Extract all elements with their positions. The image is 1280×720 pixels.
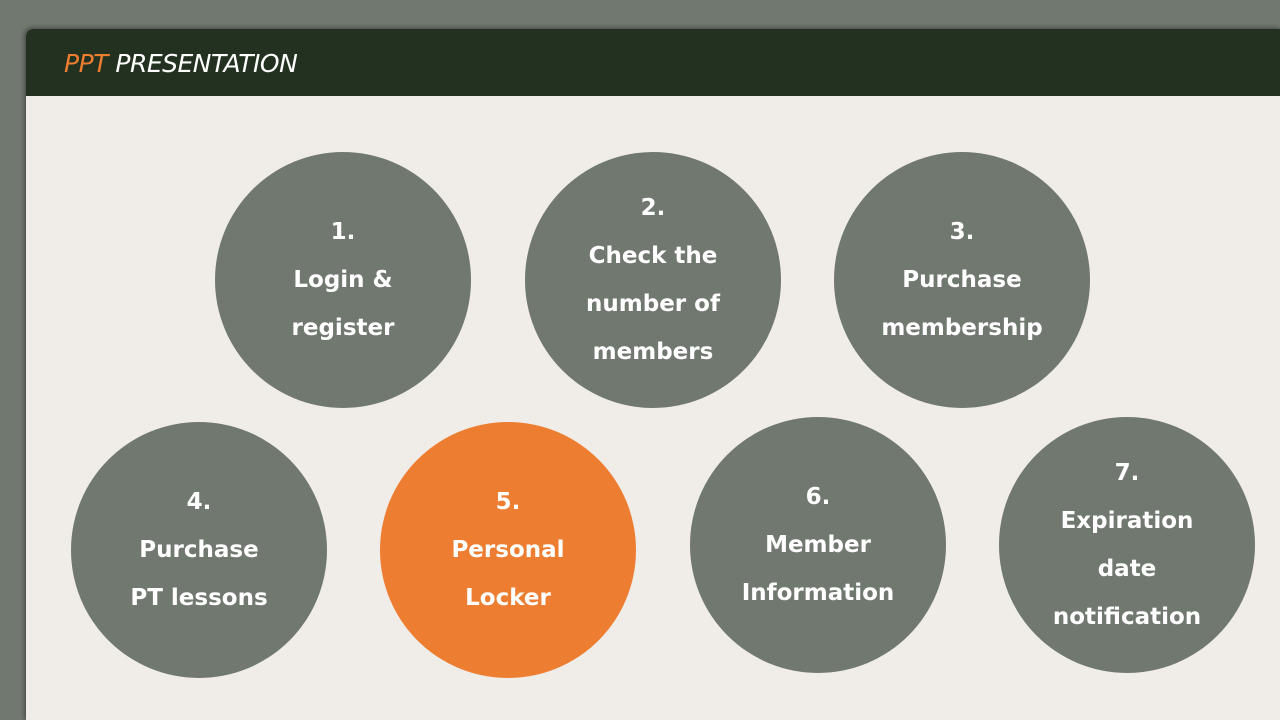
feature-label-line: membership: [881, 315, 1043, 341]
feature-circle-1[interactable]: 1. Login & register: [215, 152, 471, 408]
feature-label-line: date: [1097, 556, 1157, 582]
feature-label-line: Member: [765, 532, 871, 558]
feature-circle-7[interactable]: 7. Expiration date notification: [999, 417, 1255, 673]
feature-label-line: Locker: [465, 585, 551, 611]
feature-number: 5.: [495, 489, 521, 515]
feature-label-line: Purchase: [902, 267, 1022, 293]
slide-title: PPT PRESENTATION: [64, 48, 298, 80]
feature-number: 3.: [949, 219, 975, 245]
feature-number: 4.: [186, 489, 212, 515]
feature-number: 7.: [1114, 460, 1140, 486]
feature-number: 6.: [805, 484, 831, 510]
feature-circle-4[interactable]: 4. Purchase PT lessons: [71, 422, 327, 678]
feature-label-line: members: [592, 339, 714, 365]
slide: PPT PRESENTATION 1. Login & register 2. …: [26, 29, 1280, 720]
feature-label-line: Personal: [451, 537, 565, 563]
feature-circle-6[interactable]: 6. Member Information: [690, 417, 946, 673]
feature-label-line: register: [291, 315, 395, 341]
feature-label-line: Expiration: [1060, 508, 1194, 534]
title-bar: PPT PRESENTATION: [26, 29, 1280, 96]
feature-circle-5[interactable]: 5. Personal Locker: [380, 422, 636, 678]
feature-label-line: Check the: [588, 243, 718, 269]
feature-circle-2[interactable]: 2. Check the number of members: [525, 152, 781, 408]
feature-label-line: number of: [586, 291, 720, 317]
title-main: PRESENTATION: [115, 49, 298, 78]
feature-label-line: Login &: [293, 267, 393, 293]
title-accent: PPT: [64, 49, 108, 78]
feature-circle-3[interactable]: 3. Purchase membership: [834, 152, 1090, 408]
feature-label-line: notification: [1052, 604, 1202, 630]
feature-label-line: Information: [741, 580, 895, 606]
feature-label-line: Purchase: [139, 537, 259, 563]
feature-label-line: PT lessons: [130, 585, 268, 611]
feature-number: 1.: [330, 219, 356, 245]
feature-number: 2.: [640, 195, 666, 221]
